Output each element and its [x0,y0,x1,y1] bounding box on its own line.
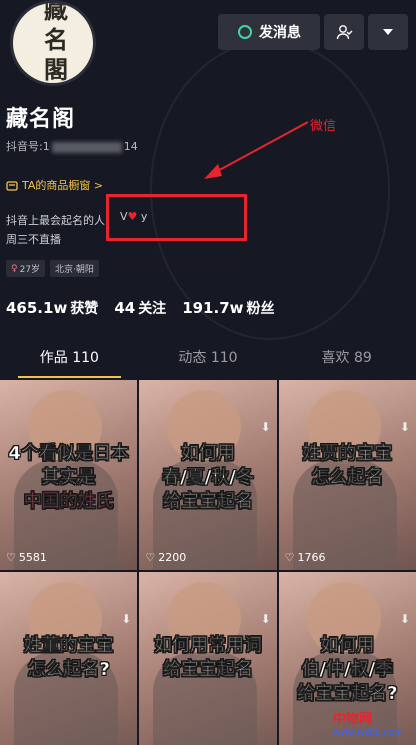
video-caption: 如何用 伯/仲/叔/季 给宝宝起名? [297,635,398,704]
video-likes: ♡ 1766 [284,551,326,564]
message-bubble-icon [238,25,252,39]
profile-name: 藏名阁 [6,107,76,132]
send-message-label: 发消息 [259,25,301,41]
gender-icon: ♀ [11,263,18,274]
tab-likes[interactable]: 喜欢 89 [277,340,416,378]
stat-likes[interactable]: 465.1w 获赞 [6,298,98,318]
video-likes: ♡ 2200 [145,551,187,564]
annotation-highlight-box [106,194,247,241]
shop-icon [6,181,18,191]
heart-outline-icon: ♡ [6,551,16,564]
video-thumbnail[interactable]: ⬇ 如何用 春/夏/秋/冬 给宝宝起名 ♡ 2200 [139,380,277,570]
profile-tags: ♀ 27岁 北京·朝阳 [6,260,99,277]
user-id: 抖音号:1 14 [6,140,138,153]
video-caption: 如何用常用词 给宝宝起名 [153,635,262,680]
heart-outline-icon: ♡ [145,551,156,564]
stats-bar: 465.1w 获赞 44 关注 191.7w 粉丝 [6,298,275,318]
send-message-button[interactable]: 发消息 [218,14,320,50]
video-likes: ♡ 5581 [6,551,47,564]
avatar[interactable]: 藏 名 閣 [10,0,96,86]
location-tag: 北京·朝阳 [50,260,99,277]
video-grid: 4个看似是日本 其实是 中国的姓氏 ♡ 5581 ⬇ 如何用 春/夏/秋/冬 给宝… [0,380,416,745]
video-thumbnail[interactable]: 4个看似是日本 其实是 中国的姓氏 ♡ 5581 [0,380,138,570]
video-caption: 姓贾的宝宝 怎么起名 [302,443,393,488]
age-tag: ♀ 27岁 [6,260,46,277]
content-tabs: 作品 110 动态 110 喜欢 89 [0,340,416,378]
annotation-label: 微信 [310,119,337,134]
pin-icon: ⬇ [399,420,410,434]
stat-following[interactable]: 44 关注 [114,298,166,318]
shop-window-link[interactable]: TA的商品橱窗 > [6,177,103,193]
blurred-id-segment [51,141,122,153]
pin-icon: ⬇ [260,612,271,626]
bio-line-2: 周三不直播 [6,233,61,246]
user-check-icon [336,25,353,40]
pin-icon: ⬇ [121,612,132,626]
video-caption: 如何用 春/夏/秋/冬 给宝宝起名 [162,443,254,512]
corner-watermark: 中物网 [333,712,373,727]
heart-outline-icon: ♡ [284,551,295,564]
background-seal-watermark [150,40,390,340]
video-caption: 姓董的宝宝 怎么起名? [23,635,114,680]
stat-followers[interactable]: 191.7w 粉丝 [182,298,274,318]
pin-icon: ⬇ [399,612,410,626]
tab-works[interactable]: 作品 110 [0,340,139,378]
video-thumbnail[interactable]: ⬇ 姓贾的宝宝 怎么起名 ♡ 1766 [278,380,416,570]
chevron-down-icon [383,29,393,35]
video-thumbnail[interactable]: ⬇ 姓董的宝宝 怎么起名? [0,572,138,745]
video-caption: 4个看似是日本 其实是 中国的姓氏 [8,443,129,512]
annotation-arrow-icon [204,121,309,179]
pin-icon: ⬇ [260,420,271,434]
bio-line-1: 抖音上最会起名的人 [6,214,105,227]
avatar-seal-logo: 藏 名 閣 [44,0,68,84]
more-options-button[interactable] [368,14,408,50]
video-thumbnail[interactable]: ⬇ 如何用常用词 给宝宝起名 [139,572,277,745]
tab-updates[interactable]: 动态 110 [139,340,278,378]
follow-status-button[interactable] [324,14,364,50]
corner-watermark-url: www.wz88.com [333,728,403,738]
